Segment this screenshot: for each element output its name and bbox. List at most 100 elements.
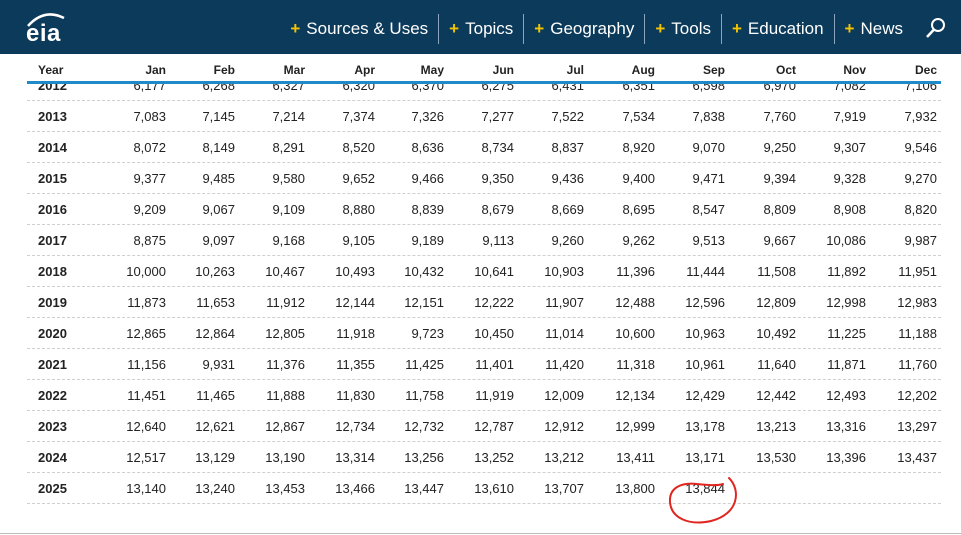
- nav-item-geography[interactable]: + Geography: [524, 14, 646, 44]
- value-cell: 6,268: [202, 84, 235, 93]
- value-cell: 11,919: [475, 388, 514, 403]
- value-cell: 11,873: [127, 295, 166, 310]
- year-cell: 2025: [38, 481, 67, 496]
- value-cell: 9,350: [481, 171, 514, 186]
- value-cell: 8,669: [551, 202, 584, 217]
- column-header-year[interactable]: Year: [38, 63, 63, 77]
- column-header-aug[interactable]: Aug: [632, 63, 655, 77]
- table-row: 2023 12,640 12,621 12,867 12,734 12,732 12,787…: [27, 411, 941, 442]
- column-header-apr[interactable]: Apr: [354, 63, 375, 77]
- table-row: 2019 11,873 11,653 11,912 12,144 12,151 12,222…: [27, 287, 941, 318]
- value-cell: 12,734: [335, 419, 375, 434]
- table-row: 2012 6,177 6,268 6,327 6,320 6,370 6,275 6,431 6…: [27, 84, 941, 101]
- value-cell: 9,097: [202, 233, 235, 248]
- year-cell: 2015: [38, 171, 67, 186]
- value-cell: 10,000: [126, 264, 166, 279]
- value-cell: 8,547: [692, 202, 725, 217]
- nav-item-label: News: [860, 19, 903, 38]
- table-row: 2013 7,083 7,145 7,214 7,374 7,326 7,277 7,522 7…: [27, 101, 941, 132]
- page-divider: [0, 533, 961, 534]
- value-cell: 12,640: [126, 419, 166, 434]
- column-header-mar[interactable]: Mar: [284, 63, 305, 77]
- value-cell: 6,177: [133, 84, 166, 93]
- value-cell: 9,109: [272, 202, 305, 217]
- logo-text: eia: [26, 20, 61, 47]
- column-header-jun[interactable]: Jun: [493, 63, 514, 77]
- year-cell: 2021: [38, 357, 67, 372]
- value-cell: 13,466: [335, 481, 375, 496]
- value-cell: 13,411: [616, 450, 655, 465]
- nav-item-sources-uses[interactable]: + Sources & Uses: [280, 14, 440, 44]
- value-cell: 12,151: [404, 295, 444, 310]
- nav-item-education[interactable]: + Education: [722, 14, 835, 44]
- value-cell: 12,809: [756, 295, 796, 310]
- value-cell: 12,865: [126, 326, 166, 341]
- nav-item-topics[interactable]: + Topics: [439, 14, 525, 44]
- value-cell: 8,679: [481, 202, 514, 217]
- year-cell: 2024: [38, 450, 67, 465]
- table-row: 2022 11,451 11,465 11,888 11,830 11,758 11,919…: [27, 380, 941, 411]
- value-cell: 10,492: [756, 326, 796, 341]
- main-nav: + Sources & Uses + Topics + Geography + Tools + E…: [280, 14, 913, 44]
- value-cell: 7,106: [904, 84, 937, 93]
- value-cell: 9,189: [411, 233, 444, 248]
- value-cell: 8,291: [272, 140, 305, 155]
- table-header: Year Jan Feb Mar Apr May Jun Jul Aug Sep Oct Nov Dec: [27, 54, 941, 84]
- value-cell: 10,263: [195, 264, 235, 279]
- value-cell: 11,508: [757, 264, 796, 279]
- value-cell: 12,912: [544, 419, 584, 434]
- value-cell: 11,758: [405, 388, 444, 403]
- column-header-nov[interactable]: Nov: [843, 63, 866, 77]
- value-cell: 11,318: [616, 357, 655, 372]
- value-cell: 12,517: [126, 450, 166, 465]
- data-table-body: 2012 6,177 6,268 6,327 6,320 6,370 6,275 6,431 6…: [27, 84, 941, 504]
- value-cell: 11,425: [405, 357, 444, 372]
- value-cell: 12,596: [685, 295, 725, 310]
- value-cell: 6,431: [551, 84, 584, 93]
- value-cell: 8,837: [551, 140, 584, 155]
- table-row: 2025 13,140 13,240 13,453 13,466 13,447 13,610…: [27, 473, 941, 504]
- plus-icon: +: [844, 19, 855, 38]
- eia-logo[interactable]: eia: [26, 12, 65, 47]
- value-cell: 11,888: [266, 388, 305, 403]
- column-header-dec[interactable]: Dec: [915, 63, 937, 77]
- column-header-may[interactable]: May: [421, 63, 444, 77]
- nav-item-tools[interactable]: + Tools: [645, 14, 722, 44]
- column-header-jul[interactable]: Jul: [567, 63, 584, 77]
- value-cell: 9,113: [482, 233, 514, 248]
- value-cell: 12,867: [265, 419, 305, 434]
- column-header-oct[interactable]: Oct: [776, 63, 796, 77]
- plus-icon: +: [731, 19, 742, 38]
- value-cell: 9,931: [202, 357, 235, 372]
- value-cell: 12,787: [474, 419, 514, 434]
- value-cell: 11,830: [336, 388, 375, 403]
- value-cell: 12,202: [897, 388, 937, 403]
- table-row: 2015 9,377 9,485 9,580 9,652 9,466 9,350 9,436 9…: [27, 163, 941, 194]
- value-cell: 12,134: [615, 388, 655, 403]
- nav-item-label: Tools: [671, 19, 711, 38]
- column-header-feb[interactable]: Feb: [214, 63, 235, 77]
- value-cell: 7,082: [833, 84, 866, 93]
- value-cell: 10,903: [544, 264, 584, 279]
- value-cell: 13,256: [404, 450, 444, 465]
- value-cell: 8,149: [202, 140, 235, 155]
- value-cell: 9,987: [904, 233, 937, 248]
- value-cell: 8,734: [481, 140, 514, 155]
- value-cell: 9,580: [272, 171, 305, 186]
- column-header-sep[interactable]: Sep: [703, 63, 725, 77]
- value-cell: 12,805: [265, 326, 305, 341]
- column-header-jan[interactable]: Jan: [145, 63, 166, 77]
- value-cell: 8,520: [342, 140, 375, 155]
- search-icon[interactable]: [925, 17, 947, 39]
- value-cell: 7,522: [551, 109, 584, 124]
- value-cell: 6,970: [763, 84, 796, 93]
- value-cell: 12,983: [897, 295, 937, 310]
- nav-item-label: Geography: [550, 19, 635, 38]
- year-cell: 2023: [38, 419, 67, 434]
- year-cell: 2012: [38, 84, 67, 93]
- nav-item-news[interactable]: + News: [835, 14, 913, 44]
- value-cell: 9,485: [202, 171, 235, 186]
- value-cell: 10,086: [826, 233, 866, 248]
- value-cell: 8,072: [133, 140, 166, 155]
- value-cell: 9,394: [763, 171, 796, 186]
